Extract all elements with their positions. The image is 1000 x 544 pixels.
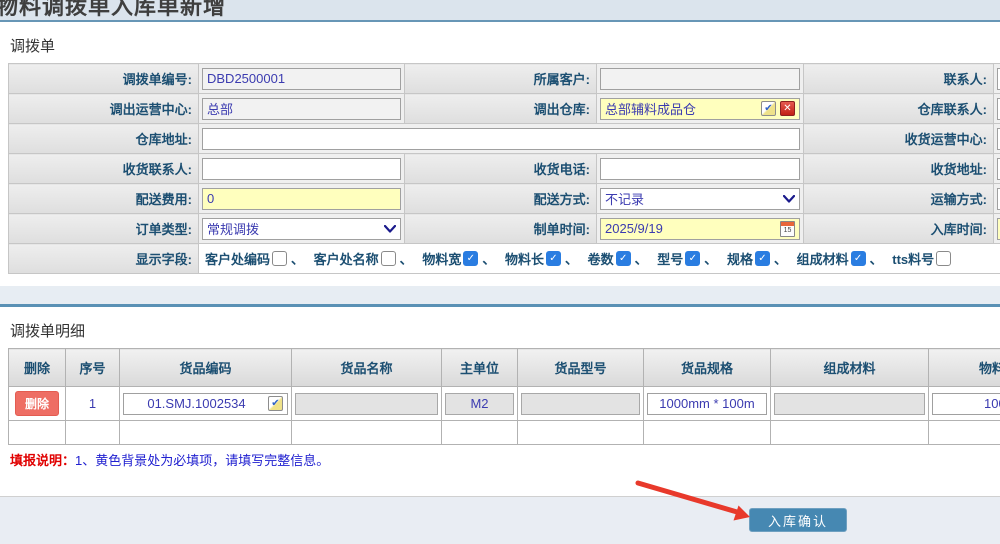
transfer-order-form: 调拨单编号: DBD2500001 所属客户: 联系人: 调出运营中心: 总部 … (8, 63, 1000, 274)
col-name: 货品名称 (292, 349, 442, 387)
table-row: 删除 1 01.SMJ.1002534 ✔ M2 1000mm * 100m 1… (9, 387, 1000, 421)
calendar-icon[interactable]: 15 (780, 221, 795, 237)
page-header: 物料调拨单入库单新增 (0, 0, 1000, 22)
recv-contact-field[interactable] (202, 158, 401, 180)
checkbox-unchecked[interactable] (272, 251, 287, 266)
order-type-label: 订单类型: (9, 214, 199, 244)
form-row: 订单类型: 常规调拨 制单时间: 2025/9/19 15 入库时间: (9, 214, 1000, 244)
out-warehouse-field[interactable]: 总部辅料成品仓 ✔ ✕ (600, 98, 800, 120)
chevron-down-icon (384, 225, 396, 233)
form-row: 调拨单编号: DBD2500001 所属客户: 联系人: (9, 64, 1000, 94)
lookup-icon[interactable]: ✔ (761, 101, 776, 116)
customer-label: 所属客户: (405, 64, 597, 94)
item-unit-field: M2 (445, 393, 514, 415)
lookup-icon[interactable]: ✔ (268, 396, 283, 411)
detail-section-title: 调拨单明细 (10, 320, 992, 341)
out-warehouse-label: 调出仓库: (405, 94, 597, 124)
inbound-confirm-button[interactable]: 入库确认 (749, 508, 847, 532)
clear-icon[interactable]: ✕ (780, 101, 795, 116)
display-fields-label: 显示字段: (9, 244, 199, 274)
note-text: 1、黄色背景处为必填项，请填写完整信息。 (75, 453, 329, 468)
recv-address-label: 收货地址: (804, 154, 994, 184)
col-spec: 货品规格 (644, 349, 771, 387)
delete-row-button[interactable]: 删除 (15, 391, 59, 416)
item-spec-field[interactable]: 1000mm * 100m (647, 393, 767, 415)
table-row-empty (9, 421, 1000, 445)
detail-header-row: 删除 序号 货品编码 货品名称 主单位 货品型号 货品规格 组成材料 物料宽 (9, 349, 1000, 387)
form-row: 显示字段: 客户处编码、 客户处名称、 物料宽✓、 物料长✓、 卷数✓、 型号✓… (9, 244, 1000, 274)
checkbox-unchecked[interactable] (381, 251, 396, 266)
recv-phone-label: 收货电话: (405, 154, 597, 184)
footer-bar: 入库确认 (0, 496, 1000, 544)
col-code: 货品编码 (120, 349, 292, 387)
col-width: 物料宽 (929, 349, 1000, 387)
form-row: 仓库地址: 收货运营中心: (9, 124, 1000, 154)
wh-contact-label: 仓库联系人: (804, 94, 994, 124)
delivery-fee-label: 配送费用: (9, 184, 199, 214)
section-divider (0, 286, 1000, 307)
checkbox-checked[interactable]: ✓ (755, 251, 770, 266)
chevron-down-icon (783, 195, 795, 203)
recv-contact-label: 收货联系人: (9, 154, 199, 184)
col-model: 货品型号 (518, 349, 644, 387)
item-code-field[interactable]: 01.SMJ.1002534 ✔ (123, 393, 288, 415)
detail-table: 删除 序号 货品编码 货品名称 主单位 货品型号 货品规格 组成材料 物料宽 删… (8, 348, 1000, 445)
recv-phone-field[interactable] (600, 158, 800, 180)
checkbox-checked[interactable]: ✓ (546, 251, 561, 266)
order-no-label: 调拨单编号: (9, 64, 199, 94)
doc-time-field[interactable]: 2025/9/19 15 (600, 218, 800, 240)
contact-label: 联系人: (804, 64, 994, 94)
item-material-field (774, 393, 925, 415)
master-section-title: 调拨单 (10, 35, 992, 56)
wh-address-field[interactable] (202, 128, 800, 150)
order-no-field: DBD2500001 (202, 68, 401, 90)
col-material: 组成材料 (771, 349, 929, 387)
wh-address-label: 仓库地址: (9, 124, 199, 154)
display-fields-row: 客户处编码、 客户处名称、 物料宽✓、 物料长✓、 卷数✓、 型号✓、 规格✓、… (199, 244, 1000, 274)
item-width-field[interactable]: 1000 (932, 393, 1000, 415)
fill-note: 填报说明：1、黄色背景处为必填项，请填写完整信息。 (10, 450, 992, 469)
col-seq: 序号 (66, 349, 120, 387)
checkbox-checked[interactable]: ✓ (463, 251, 478, 266)
note-label: 填报说明： (10, 453, 75, 468)
customer-field (600, 68, 800, 90)
col-delete: 删除 (9, 349, 66, 387)
delivery-method-label: 配送方式: (405, 184, 597, 214)
row-seq: 1 (66, 387, 120, 421)
out-center-field: 总部 (202, 98, 401, 120)
checkbox-checked[interactable]: ✓ (616, 251, 631, 266)
form-row: 配送费用: 0 配送方式: 不记录 运输方式: (9, 184, 1000, 214)
inbound-time-label: 入库时间: (804, 214, 994, 244)
transport-label: 运输方式: (804, 184, 994, 214)
page-title: 物料调拨单入库单新增 (0, 0, 1000, 21)
checkbox-unchecked[interactable] (936, 251, 951, 266)
checkbox-checked[interactable]: ✓ (685, 251, 700, 266)
delivery-method-select[interactable]: 不记录 (600, 188, 800, 210)
checkbox-checked[interactable]: ✓ (851, 251, 866, 266)
doc-time-label: 制单时间: (405, 214, 597, 244)
col-unit: 主单位 (442, 349, 518, 387)
item-model-field (521, 393, 640, 415)
delivery-fee-field[interactable]: 0 (202, 188, 401, 210)
out-center-label: 调出运营中心: (9, 94, 199, 124)
recv-center-label: 收货运营中心: (804, 124, 994, 154)
form-row: 收货联系人: 收货电话: 收货地址: (9, 154, 1000, 184)
form-row: 调出运营中心: 总部 调出仓库: 总部辅料成品仓 ✔ ✕ 仓库联系人: (9, 94, 1000, 124)
order-type-select[interactable]: 常规调拨 (202, 218, 401, 240)
item-name-field (295, 393, 438, 415)
